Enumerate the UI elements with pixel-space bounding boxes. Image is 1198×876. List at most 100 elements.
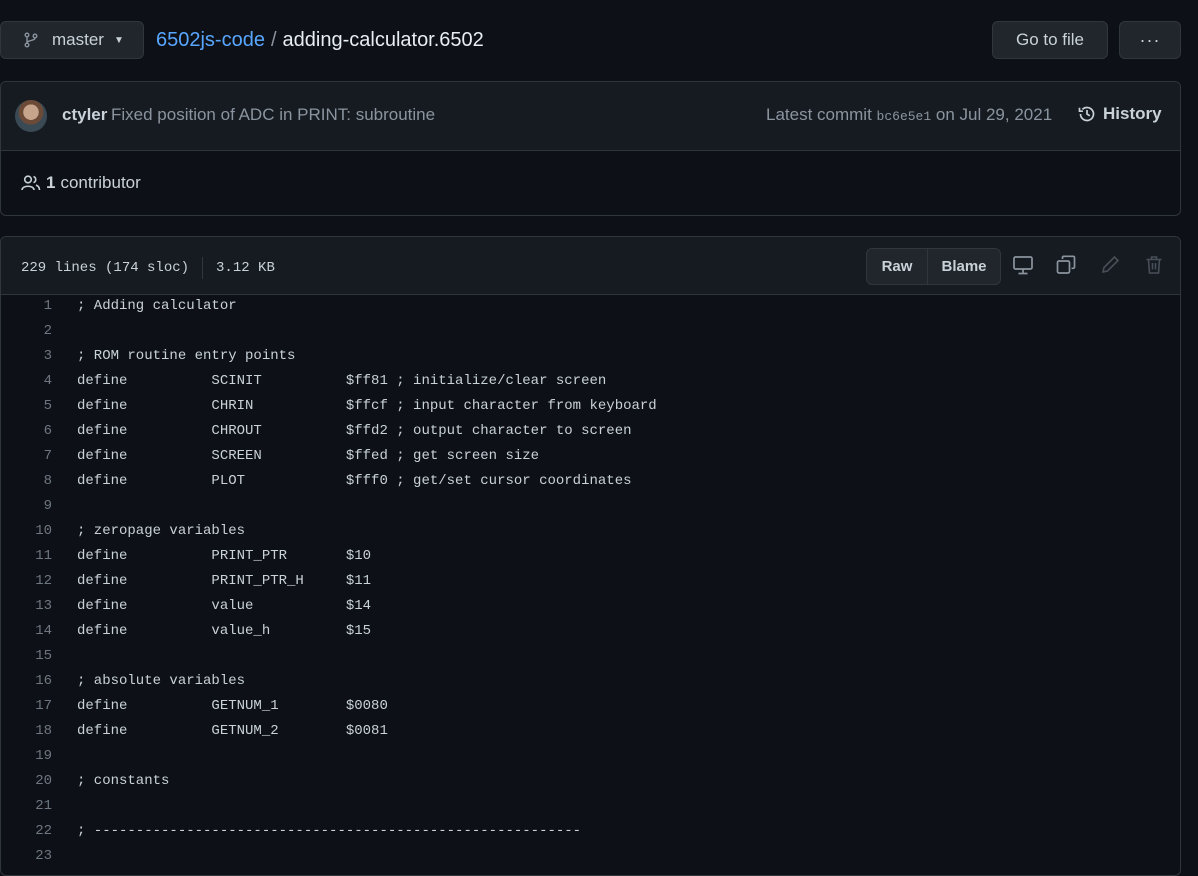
- contributors-link[interactable]: 1 contributor: [21, 173, 141, 193]
- code-line: 8 define PLOT $fff0 ; get/set cursor coor…: [1, 469, 1180, 494]
- line-text: define CHRIN $ffcf ; input character fro…: [77, 398, 657, 414]
- line-text: define SCREEN $ffed ; get screen size: [77, 448, 540, 464]
- line-number[interactable]: 23: [1, 844, 52, 869]
- line-number[interactable]: 10: [1, 519, 52, 544]
- history-label: History: [1103, 104, 1162, 123]
- code-line: 11 define PRINT_PTR $10: [1, 544, 1180, 569]
- line-number[interactable]: 13: [1, 594, 52, 619]
- line-number[interactable]: 14: [1, 619, 52, 644]
- repo-link[interactable]: 6502js-code: [156, 29, 265, 51]
- code-line: 6 define CHROUT $ffd2 ; output character …: [1, 419, 1180, 444]
- line-text: define GETNUM_1 $0080: [77, 698, 388, 714]
- line-number[interactable]: 4: [1, 369, 52, 394]
- line-text: ; Adding calculator: [77, 298, 237, 314]
- branch-selector-button[interactable]: master ▼: [0, 21, 144, 59]
- file-size: 3.12 KB: [216, 260, 275, 276]
- line-text: define PLOT $fff0 ; get/set cursor coord…: [77, 473, 632, 489]
- line-number[interactable]: 21: [1, 794, 52, 819]
- history-link[interactable]: History: [1077, 104, 1162, 124]
- file-navigation-bar: master ▼ 6502js-code / adding-calculator.6…: [0, 21, 1182, 61]
- raw-blame-button-group: Raw Blame: [866, 248, 1001, 285]
- history-icon: [1078, 106, 1095, 122]
- code-line: 2: [1, 319, 1180, 344]
- code-line: 5 define CHRIN $ffcf ; input character fr…: [1, 394, 1180, 419]
- caret-down-icon: ▼: [113, 34, 124, 46]
- line-text: ; absolute variables: [77, 673, 246, 689]
- line-number[interactable]: 16: [1, 669, 52, 694]
- commit-date: on Jul 29, 2021: [935, 105, 1053, 124]
- line-text: ; zeropage variables: [77, 523, 246, 539]
- go-to-file-button[interactable]: Go to file: [992, 21, 1108, 59]
- commit-header: ctyler Fixed position of ADC in PRINT: s…: [1, 82, 1180, 151]
- branch-name: master: [52, 30, 104, 49]
- code-line: 19: [1, 744, 1180, 769]
- latest-commit-label: Latest commit: [766, 105, 872, 124]
- line-number[interactable]: 19: [1, 744, 52, 769]
- line-number[interactable]: 22: [1, 819, 52, 844]
- line-text: define value_h $15: [77, 623, 372, 639]
- latest-commit-box: ctyler Fixed position of ADC in PRINT: s…: [0, 81, 1181, 216]
- line-text: ; ROM routine entry points: [77, 348, 296, 364]
- code-line: 12 define PRINT_PTR_H $11: [1, 569, 1180, 594]
- code-line: 22 ; ------------------------------------…: [1, 819, 1180, 844]
- line-text: define PRINT_PTR_H $11: [77, 573, 372, 589]
- line-count: 229 lines (174 sloc): [21, 260, 190, 276]
- commit-sha[interactable]: bc6e5e1: [877, 109, 932, 124]
- line-number[interactable]: 6: [1, 419, 52, 444]
- line-text: define SCINIT $ff81 ; initialize/clear s…: [77, 373, 607, 389]
- line-number[interactable]: 3: [1, 344, 52, 369]
- line-number[interactable]: 18: [1, 719, 52, 744]
- code-line: 1 ; Adding calculator: [1, 294, 1180, 319]
- line-number[interactable]: 2: [1, 319, 52, 344]
- copy-icon[interactable]: [1055, 254, 1077, 276]
- code-line: 16 ; absolute variables: [1, 669, 1180, 694]
- line-number[interactable]: 11: [1, 544, 52, 569]
- code-line: 21: [1, 794, 1180, 819]
- raw-button[interactable]: Raw: [867, 249, 928, 284]
- avatar[interactable]: [15, 100, 47, 132]
- line-number[interactable]: 7: [1, 444, 52, 469]
- code-line: 14 define value_h $15: [1, 619, 1180, 644]
- more-options-button[interactable]: ···: [1119, 21, 1181, 59]
- desktop-icon[interactable]: [1012, 254, 1034, 276]
- code-line: 9: [1, 494, 1180, 519]
- branch-icon: [24, 32, 38, 48]
- contributor-label: contributor: [60, 173, 141, 192]
- line-number[interactable]: 20: [1, 769, 52, 794]
- file-viewer: 229 lines (174 sloc) 3.12 KB Raw Blame 1…: [0, 236, 1181, 876]
- line-number[interactable]: 12: [1, 569, 52, 594]
- commit-author[interactable]: ctyler: [62, 105, 107, 125]
- commit-message[interactable]: Fixed position of ADC in PRINT: subrouti…: [111, 105, 435, 125]
- line-text: define PRINT_PTR $10: [77, 548, 372, 564]
- file-header: 229 lines (174 sloc) 3.12 KB Raw Blame: [1, 237, 1180, 295]
- blame-button[interactable]: Blame: [928, 249, 1000, 284]
- trash-icon[interactable]: [1143, 254, 1165, 276]
- line-text: define value $14: [77, 598, 372, 614]
- code-line: 18 define GETNUM_2 $0081: [1, 719, 1180, 744]
- line-number[interactable]: 1: [1, 294, 52, 319]
- pencil-icon[interactable]: [1099, 254, 1121, 276]
- line-text: define GETNUM_2 $0081: [77, 723, 388, 739]
- line-number[interactable]: 17: [1, 694, 52, 719]
- latest-commit-info: Latest commit bc6e5e1 on Jul 29, 2021: [766, 105, 1052, 125]
- line-number[interactable]: 5: [1, 394, 52, 419]
- code-listing: 1 ; Adding calculator 2 3 ; ROM routine entr…: [1, 294, 1180, 869]
- code-line: 7 define SCREEN $ffed ; get screen size: [1, 444, 1180, 469]
- code-line: 13 define value $14: [1, 594, 1180, 619]
- code-line: 10 ; zeropage variables: [1, 519, 1180, 544]
- breadcrumb: 6502js-code / adding-calculator.6502: [156, 29, 484, 52]
- line-text: define CHROUT $ffd2 ; output character t…: [77, 423, 632, 439]
- breadcrumb-separator: /: [270, 29, 277, 51]
- code-line: 23: [1, 844, 1180, 869]
- line-text: ; constants: [77, 773, 170, 789]
- people-icon: [21, 175, 41, 191]
- code-line: 3 ; ROM routine entry points: [1, 344, 1180, 369]
- divider: [202, 257, 204, 279]
- line-text: ; --------------------------------------…: [77, 823, 582, 839]
- line-number[interactable]: 8: [1, 469, 52, 494]
- line-number[interactable]: 15: [1, 644, 52, 669]
- code-line: 20 ; constants: [1, 769, 1180, 794]
- line-number[interactable]: 9: [1, 494, 52, 519]
- contributor-count: 1: [46, 173, 56, 192]
- code-line: 15: [1, 644, 1180, 669]
